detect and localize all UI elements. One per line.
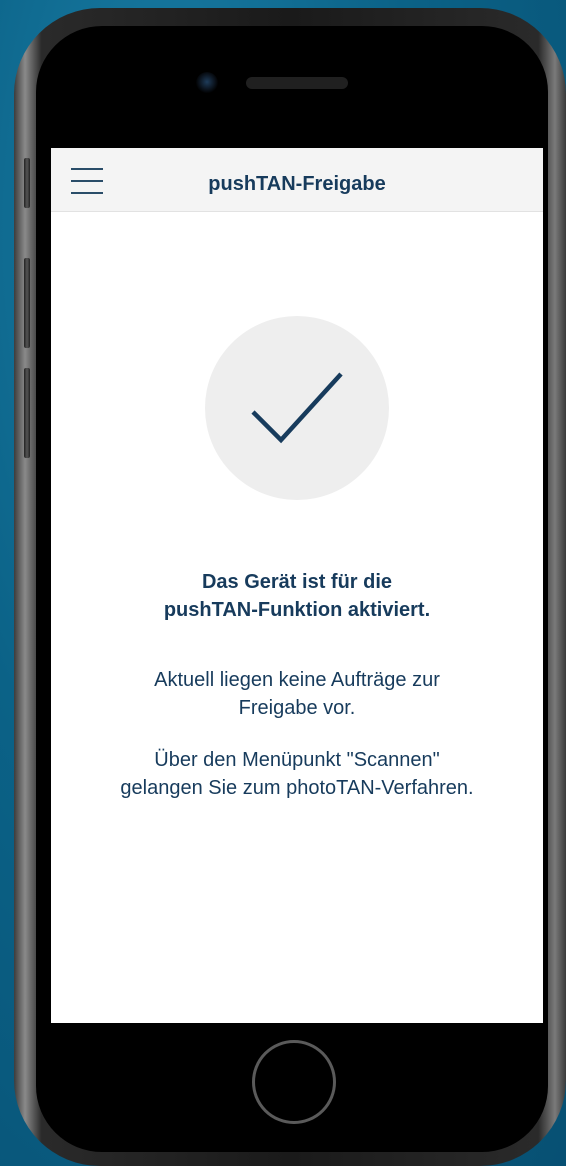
checkmark-icon xyxy=(251,372,343,444)
volume-down-button xyxy=(24,368,30,458)
success-status-circle xyxy=(205,316,389,500)
mute-switch xyxy=(24,158,30,208)
no-orders-line-1: Aktuell liegen keine Aufträge zur xyxy=(154,669,440,691)
headline-line-1: Das Gerät ist für die xyxy=(201,571,393,593)
headline-line-2: pushTAN-Funktion aktiviert. xyxy=(163,599,431,621)
scan-hint-line-2: gelangen Sie zum photoTAN-Verfahren. xyxy=(120,777,474,799)
no-orders-line-2: Freigabe vor. xyxy=(238,697,356,719)
scan-hint-line-1: Über den Menüpunkt "Scannen" xyxy=(154,749,440,771)
app-screen: pushTAN-Freigabe Das Gerät ist für die p… xyxy=(51,148,543,1023)
scan-hint-message: Über den Menüpunkt "Scannen" gelangen Si… xyxy=(51,746,543,802)
home-button[interactable] xyxy=(252,1040,336,1124)
hamburger-menu-icon[interactable] xyxy=(71,168,103,194)
earpiece-speaker xyxy=(246,77,348,89)
top-navigation-bar: pushTAN-Freigabe xyxy=(51,148,543,212)
activation-headline: Das Gerät ist für die pushTAN-Funktion a… xyxy=(51,568,543,624)
page-title: pushTAN-Freigabe xyxy=(208,173,386,195)
volume-up-button xyxy=(24,258,30,348)
front-camera xyxy=(196,72,218,94)
no-orders-message: Aktuell liegen keine Aufträge zur Freiga… xyxy=(51,666,543,722)
